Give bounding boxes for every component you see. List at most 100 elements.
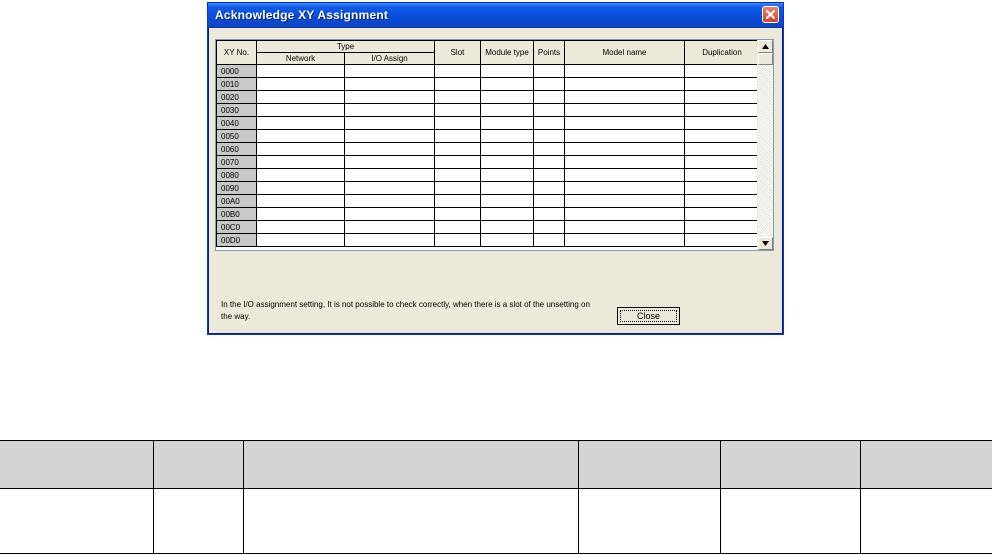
model-name-cell[interactable] [564,194,685,208]
network-cell[interactable] [256,194,345,208]
io-assign-cell[interactable] [344,116,435,130]
module-type-cell[interactable] [480,168,534,182]
model-name-cell[interactable] [564,90,685,104]
duplication-cell[interactable] [684,64,760,78]
xy-no-cell[interactable]: 0090 [216,181,257,195]
xy-no-cell[interactable]: 00A0 [216,194,257,208]
io-assign-cell[interactable] [344,233,435,247]
grid-row[interactable]: 0080 [216,168,760,182]
grid-row[interactable]: 0090 [216,181,760,195]
network-cell[interactable] [256,103,345,117]
slot-cell[interactable] [434,220,481,234]
model-name-cell[interactable] [564,207,685,221]
model-name-cell[interactable] [564,181,685,195]
header-module-type[interactable]: Module type [480,40,534,65]
grid-row[interactable]: 00D0 [216,233,760,247]
xy-no-cell[interactable]: 00D0 [216,233,257,247]
network-cell[interactable] [256,116,345,130]
io-assign-cell[interactable] [344,90,435,104]
slot-cell[interactable] [434,90,481,104]
header-points[interactable]: Points [533,40,565,65]
slot-cell[interactable] [434,155,481,169]
scroll-down-button[interactable] [758,237,773,250]
io-assign-cell[interactable] [344,129,435,143]
module-type-cell[interactable] [480,103,534,117]
io-assign-cell[interactable] [344,77,435,91]
points-cell[interactable] [533,90,565,104]
duplication-cell[interactable] [684,90,760,104]
module-type-cell[interactable] [480,220,534,234]
header-duplication[interactable]: Duplication [684,40,760,65]
window-close-button[interactable] [762,6,779,23]
slot-cell[interactable] [434,194,481,208]
network-cell[interactable] [256,90,345,104]
xy-no-cell[interactable]: 0000 [216,64,257,78]
points-cell[interactable] [533,220,565,234]
module-type-cell[interactable] [480,116,534,130]
module-type-cell[interactable] [480,142,534,156]
grid-row[interactable]: 0020 [216,90,760,104]
module-type-cell[interactable] [480,194,534,208]
header-io-assign[interactable]: I/O Assign [344,52,435,65]
points-cell[interactable] [533,194,565,208]
model-name-cell[interactable] [564,77,685,91]
grid-row[interactable]: 0010 [216,77,760,91]
module-type-cell[interactable] [480,181,534,195]
model-name-cell[interactable] [564,155,685,169]
slot-cell[interactable] [434,103,481,117]
network-cell[interactable] [256,233,345,247]
duplication-cell[interactable] [684,77,760,91]
duplication-cell[interactable] [684,155,760,169]
scroll-up-button[interactable] [758,40,773,53]
xy-no-cell[interactable]: 0050 [216,129,257,143]
slot-cell[interactable] [434,64,481,78]
network-cell[interactable] [256,181,345,195]
network-cell[interactable] [256,155,345,169]
grid-row[interactable]: 0030 [216,103,760,117]
xy-no-cell[interactable]: 0030 [216,103,257,117]
module-type-cell[interactable] [480,155,534,169]
model-name-cell[interactable] [564,103,685,117]
title-bar[interactable]: Acknowledge XY Assignment [208,3,783,28]
header-slot[interactable]: Slot [434,40,481,65]
io-assign-cell[interactable] [344,103,435,117]
points-cell[interactable] [533,64,565,78]
duplication-cell[interactable] [684,103,760,117]
io-assign-cell[interactable] [344,207,435,221]
network-cell[interactable] [256,220,345,234]
model-name-cell[interactable] [564,116,685,130]
model-name-cell[interactable] [564,168,685,182]
duplication-cell[interactable] [684,129,760,143]
header-network[interactable]: Network [256,52,345,65]
xy-no-cell[interactable]: 0040 [216,116,257,130]
grid-row[interactable]: 00A0 [216,194,760,208]
model-name-cell[interactable] [564,220,685,234]
slot-cell[interactable] [434,116,481,130]
points-cell[interactable] [533,103,565,117]
xy-no-cell[interactable]: 0060 [216,142,257,156]
xy-no-cell[interactable]: 0080 [216,168,257,182]
points-cell[interactable] [533,77,565,91]
network-cell[interactable] [256,64,345,78]
header-type[interactable]: Type [256,40,435,53]
slot-cell[interactable] [434,77,481,91]
duplication-cell[interactable] [684,181,760,195]
module-type-cell[interactable] [480,90,534,104]
network-cell[interactable] [256,77,345,91]
slot-cell[interactable] [434,233,481,247]
io-assign-cell[interactable] [344,220,435,234]
points-cell[interactable] [533,233,565,247]
close-button[interactable]: Close [617,307,680,325]
grid-row[interactable]: 0040 [216,116,760,130]
points-cell[interactable] [533,142,565,156]
slot-cell[interactable] [434,207,481,221]
model-name-cell[interactable] [564,64,685,78]
xy-no-cell[interactable]: 0020 [216,90,257,104]
module-type-cell[interactable] [480,233,534,247]
scroll-track[interactable] [759,66,772,236]
slot-cell[interactable] [434,142,481,156]
grid-row[interactable]: 0000 [216,64,760,78]
points-cell[interactable] [533,168,565,182]
grid-row[interactable]: 0060 [216,142,760,156]
duplication-cell[interactable] [684,142,760,156]
